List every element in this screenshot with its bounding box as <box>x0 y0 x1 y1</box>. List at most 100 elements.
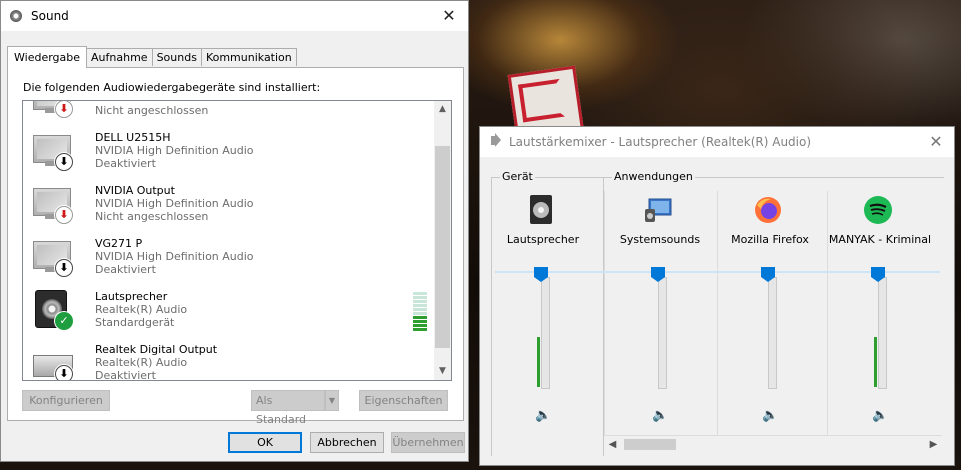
peak-meter <box>537 337 540 387</box>
disconnected-icon: ⬇ <box>55 206 73 224</box>
volume-slider-thumb[interactable] <box>871 267 885 282</box>
properties-button[interactable]: Eigenschaften <box>359 390 448 411</box>
monitor-icon: ⬇ <box>31 237 75 277</box>
device-row[interactable]: ⬇ Nicht angeschlossen <box>23 101 433 125</box>
level-segment <box>413 316 427 319</box>
device-row[interactable]: ✓ Lautsprecher Realtek(R) Audio Standard… <box>23 284 433 337</box>
device-name: DELL U2515H <box>95 131 171 144</box>
channel-name: MANYAK - Kriminal <box>828 233 932 246</box>
tab-panel: Die folgenden Audiowiedergabegeräte sind… <box>7 67 464 426</box>
device-name: NVIDIA Output <box>95 184 175 197</box>
level-segment <box>413 304 427 307</box>
volume-slider-track[interactable] <box>658 277 667 389</box>
device-driver: NVIDIA High Definition Audio <box>95 197 254 210</box>
peak-meter <box>874 337 877 387</box>
level-segment <box>413 320 427 323</box>
level-segment <box>413 300 427 303</box>
device-driver: NVIDIA High Definition Audio <box>95 144 254 157</box>
disconnected-icon: ⬇ <box>55 101 73 118</box>
channel-name: Lautsprecher <box>506 233 580 246</box>
device-row[interactable]: ⬇ DELL U2515H NVIDIA High Definition Aud… <box>23 125 433 178</box>
speaker-icon: ✓ <box>31 290 75 330</box>
configure-button[interactable]: Konfigurieren <box>22 390 110 411</box>
volume-slider-thumb[interactable] <box>761 267 775 282</box>
close-icon[interactable]: ✕ <box>926 132 946 152</box>
device-name: Realtek Digital Output <box>95 343 218 356</box>
channel-name: Mozilla Firefox <box>731 233 809 246</box>
close-icon[interactable]: ✕ <box>439 6 459 26</box>
volume-slider-track[interactable] <box>541 277 550 389</box>
device-status: Deaktiviert <box>95 157 156 170</box>
ok-button[interactable]: OK <box>228 432 302 453</box>
level-meter <box>413 292 427 332</box>
tab-strip: Wiedergabe Aufnahme Sounds Kommunikation <box>7 46 297 68</box>
tab-kommunikation[interactable]: Kommunikation <box>200 48 297 66</box>
scroll-left-icon[interactable]: ◀ <box>604 436 621 453</box>
title-bar[interactable]: Sound ✕ <box>1 1 468 31</box>
device-driver: NVIDIA High Definition Audio <box>95 250 254 263</box>
scroll-right-icon[interactable]: ▶ <box>925 436 942 453</box>
tab-aufnahme[interactable]: Aufnahme <box>86 48 153 66</box>
channel-lautsprecher: Lautsprecher 🔈 <box>489 191 597 437</box>
speaker-icon[interactable] <box>526 195 556 225</box>
sound-app-icon <box>10 10 22 22</box>
window-title: Lautstärkemixer - Lautsprecher (Realtek(… <box>509 135 812 149</box>
digital-output-icon: ⬇ <box>31 343 75 380</box>
volume-slider-thumb[interactable] <box>534 267 548 282</box>
chevron-down-icon[interactable]: ▼ <box>325 390 339 411</box>
device-name: Lautsprecher <box>95 290 168 303</box>
set-default-button[interactable]: Als Standard <box>251 390 325 426</box>
channel-systemsounds: Systemsounds 🔈 <box>606 191 714 437</box>
default-check-icon: ✓ <box>55 312 73 330</box>
spotify-icon[interactable] <box>863 195 893 225</box>
device-row[interactable]: ⬇ Realtek Digital Output Realtek(R) Audi… <box>23 337 433 380</box>
disabled-icon: ⬇ <box>55 259 73 277</box>
mute-speaker-icon[interactable]: 🔈 <box>762 408 778 423</box>
scroll-down-icon[interactable]: ▼ <box>434 363 451 380</box>
volume-mixer-window: Lautstärkemixer - Lautsprecher (Realtek(… <box>479 126 955 466</box>
channel-spotify: MANYAK - Kriminal 🔈 <box>826 191 934 437</box>
volume-slider-track[interactable] <box>878 277 887 389</box>
mute-speaker-icon[interactable]: 🔈 <box>535 408 551 423</box>
monitor-icon: ⬇ <box>31 184 75 224</box>
device-driver: Realtek(R) Audio <box>95 303 188 316</box>
apps-horizontal-scrollbar[interactable]: ◀ ▶ <box>604 435 942 453</box>
device-name: VG271 P <box>95 237 143 250</box>
device-list-scrollbar[interactable]: ▲ ▼ <box>434 101 451 380</box>
channel-firefox: Mozilla Firefox 🔈 <box>716 191 824 437</box>
channel-divider <box>604 191 605 437</box>
device-status: Standardgerät <box>95 316 175 329</box>
level-segment <box>413 292 427 295</box>
tab-sounds[interactable]: Sounds <box>151 48 202 66</box>
mute-speaker-icon[interactable]: 🔈 <box>652 408 668 423</box>
scrollbar-thumb[interactable] <box>624 439 676 450</box>
firefox-icon[interactable] <box>753 195 783 225</box>
sound-dialog: Sound ✕ Wiedergabe Aufnahme Sounds Kommu… <box>0 0 469 462</box>
level-segment <box>413 312 427 315</box>
monitor-icon: ⬇ <box>31 101 75 118</box>
disabled-icon: ⬇ <box>55 153 73 171</box>
device-row[interactable]: ⬇ VG271 P NVIDIA High Definition Audio D… <box>23 231 433 284</box>
level-segment <box>413 324 427 327</box>
level-segment <box>413 328 427 331</box>
volume-slider-thumb[interactable] <box>651 267 665 282</box>
device-row[interactable]: ⬇ NVIDIA Output NVIDIA High Definition A… <box>23 178 433 231</box>
scroll-up-icon[interactable]: ▲ <box>434 101 451 118</box>
system-sounds-icon[interactable] <box>643 195 673 225</box>
apply-button[interactable]: Übernehmen <box>391 432 465 453</box>
mute-speaker-icon[interactable]: 🔈 <box>872 408 888 423</box>
device-driver: Realtek(R) Audio <box>95 356 188 369</box>
tab-wiedergabe[interactable]: Wiedergabe <box>7 46 88 68</box>
speaker-icon <box>491 133 501 147</box>
device-group-label: Gerät <box>500 170 535 183</box>
level-segment <box>413 308 427 311</box>
level-segment <box>413 296 427 299</box>
channel-name: Systemsounds <box>619 233 701 246</box>
cancel-button[interactable]: Abbrechen <box>310 432 384 453</box>
panel-caption: Die folgenden Audiowiedergabegeräte sind… <box>23 81 321 94</box>
disabled-icon: ⬇ <box>55 365 73 380</box>
title-bar[interactable]: Lautstärkemixer - Lautsprecher (Realtek(… <box>480 127 954 157</box>
device-status: Nicht angeschlossen <box>95 210 209 223</box>
scrollbar-thumb[interactable] <box>435 146 450 348</box>
volume-slider-track[interactable] <box>768 277 777 389</box>
